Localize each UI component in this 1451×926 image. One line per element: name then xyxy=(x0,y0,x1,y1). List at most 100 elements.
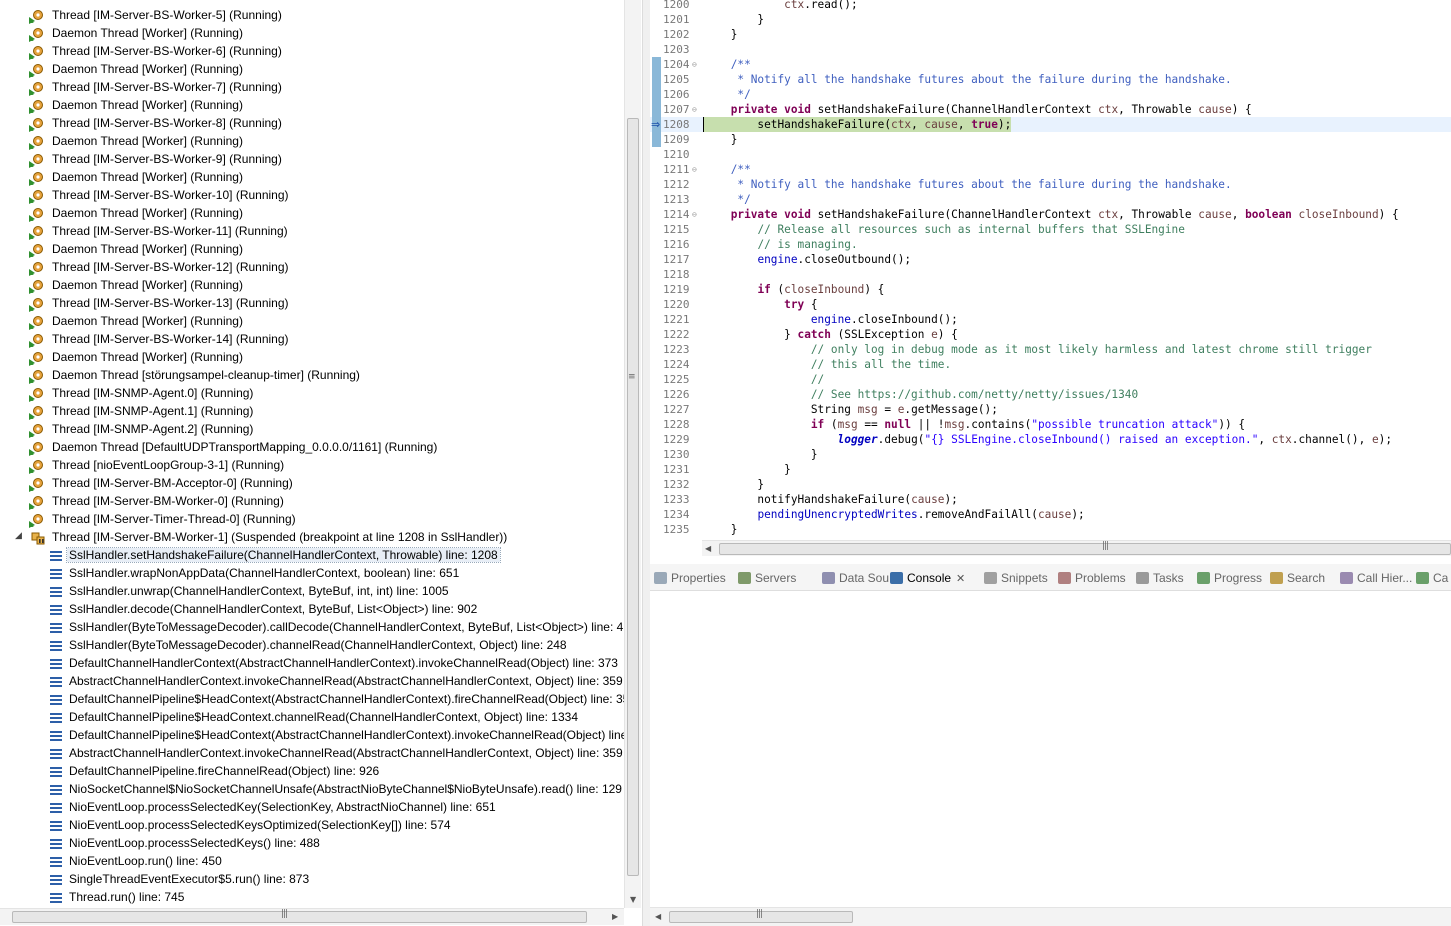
code-line[interactable]: 1220 try { xyxy=(650,297,1451,312)
thread-item[interactable]: Daemon Thread [DefaultUDPTransportMappin… xyxy=(28,437,437,456)
code-line[interactable]: 1229 logger.debug("{} SSLEngine.closeInb… xyxy=(650,432,1451,447)
code-line[interactable]: 1200 ctx.read(); xyxy=(650,0,1451,12)
stack-frame-item[interactable]: DefaultChannelHandlerContext(AbstractCha… xyxy=(49,653,618,671)
thread-item[interactable]: Thread [nioEventLoopGroup-3-1] (Running) xyxy=(28,455,284,474)
editor-horizontal-scrollbar[interactable]: ◀ ||| xyxy=(702,540,1451,556)
code-line[interactable]: 1235 } xyxy=(650,522,1451,537)
thread-item[interactable]: Daemon Thread [Worker] (Running) xyxy=(28,59,243,78)
code-line[interactable]: 1224 // this all the time. xyxy=(650,357,1451,372)
thread-item[interactable]: Thread [IM-SNMP-Agent.2] (Running) xyxy=(28,419,253,438)
thread-item[interactable]: Thread [IM-Server-BS-Worker-6] (Running) xyxy=(28,41,282,60)
thread-item[interactable]: Thread [IM-Server-Timer-Thread-0] (Runni… xyxy=(28,509,296,528)
thread-item[interactable]: Daemon Thread [Worker] (Running) xyxy=(28,311,243,330)
thread-item[interactable]: Daemon Thread [störungsampel-cleanup-tim… xyxy=(28,365,360,384)
scroll-thumb[interactable] xyxy=(627,118,639,876)
code-editor[interactable]: 1200 ctx.read(); 1201 } 1202 } 1203 1204 ⊖ /*… xyxy=(650,0,1451,556)
current-code-line[interactable]: 1208 setHandshakeFailure(ctx, cause, tru… xyxy=(650,117,1451,132)
thread-item[interactable]: Thread [IM-Server-BS-Worker-12] (Running… xyxy=(28,257,289,276)
thread-item[interactable]: Daemon Thread [Worker] (Running) xyxy=(28,347,243,366)
thread-item[interactable]: Thread [IM-Server-BS-Worker-13] (Running… xyxy=(28,293,289,312)
code-line[interactable]: 1213 */ xyxy=(650,192,1451,207)
stack-frame-item[interactable]: DefaultChannelPipeline$HeadContext.chann… xyxy=(49,707,578,725)
code-line[interactable]: 1226 // See https://github.com/netty/net… xyxy=(650,387,1451,402)
code-line[interactable]: 1219 if (closeInbound) { xyxy=(650,282,1451,297)
thread-item[interactable]: Thread [IM-Server-BS-Worker-14] (Running… xyxy=(28,329,289,348)
code-line[interactable]: 1212 * Notify all the handshake futures … xyxy=(650,177,1451,192)
code-line[interactable]: 1230 } xyxy=(650,447,1451,462)
code-line[interactable]: 1215 // Release all resources such as in… xyxy=(650,222,1451,237)
stack-frame-item[interactable]: AbstractChannelHandlerContext.invokeChan… xyxy=(49,743,623,761)
thread-item[interactable]: Daemon Thread [Worker] (Running) xyxy=(28,239,243,258)
scroll-right-arrow-icon[interactable]: ▶ xyxy=(612,912,618,921)
code-line[interactable]: 1209 } xyxy=(650,132,1451,147)
stack-frame-item[interactable]: SslHandler.setHandshakeFailure(ChannelHa… xyxy=(49,545,501,563)
console-scroll-left-arrow-icon[interactable]: ◀ xyxy=(655,912,661,921)
scroll-down-arrow-icon[interactable]: ▼ xyxy=(630,895,636,904)
code-line[interactable]: 1210 xyxy=(650,147,1451,162)
tab-servers[interactable]: Servers xyxy=(738,568,796,588)
code-line[interactable]: 1233 notifyHandshakeFailure(cause); xyxy=(650,492,1451,507)
stack-frame-item[interactable]: DefaultChannelPipeline$HeadContext(Abstr… xyxy=(49,725,624,743)
close-icon[interactable]: ✕ xyxy=(956,573,965,585)
tab-search[interactable]: Search xyxy=(1270,568,1325,588)
thread-item[interactable]: Thread [IM-Server-BS-Worker-5] (Running) xyxy=(28,5,282,24)
thread-item[interactable]: Daemon Thread [Worker] (Running) xyxy=(28,167,243,186)
code-line[interactable]: 1207 ⊖ private void setHandshakeFailure(C… xyxy=(650,102,1451,117)
console-horizontal-scrollbar[interactable]: ◀ ||| xyxy=(650,907,1451,926)
stack-frame-item[interactable]: DefaultChannelPipeline$HeadContext(Abstr… xyxy=(49,689,624,707)
thread-item[interactable]: Daemon Thread [Worker] (Running) xyxy=(28,131,243,150)
stack-frame-item[interactable]: SingleThreadEventExecutor$5.run() line: … xyxy=(49,869,309,887)
thread-item[interactable]: Thread [IM-Server-BS-Worker-8] (Running) xyxy=(28,113,282,132)
code-line[interactable]: 1206 */ xyxy=(650,87,1451,102)
thread-item[interactable]: Daemon Thread [Worker] (Running) xyxy=(28,95,243,114)
code-line[interactable]: 1216 // is managing. xyxy=(650,237,1451,252)
stack-frame-item[interactable]: NioSocketChannel$NioSocketChannelUnsafe(… xyxy=(49,779,622,797)
stack-frame-item[interactable]: Thread.run() line: 745 xyxy=(49,887,184,905)
fold-toggle-icon[interactable]: ⊖ xyxy=(692,57,697,72)
code-line[interactable]: 1232 } xyxy=(650,477,1451,492)
view-splitter[interactable] xyxy=(642,0,650,926)
thread-item[interactable]: Thread [IM-Server-BS-Worker-7] (Running) xyxy=(28,77,282,96)
tab-properties[interactable]: Properties xyxy=(654,568,726,588)
tab-console[interactable]: Console ✕ xyxy=(890,568,965,588)
scroll-left-arrow-icon[interactable]: ◀ xyxy=(705,544,711,553)
code-line[interactable]: 1223 // only log in debug mode as it mos… xyxy=(650,342,1451,357)
code-line[interactable]: 1228 if (msg == null || !msg.contains("p… xyxy=(650,417,1451,432)
tab-data-source[interactable]: Data Sou... xyxy=(822,568,899,588)
stack-frame-item[interactable]: SslHandler.decode(ChannelHandlerContext,… xyxy=(49,599,477,617)
thread-item[interactable]: Thread [IM-SNMP-Agent.0] (Running) xyxy=(28,383,253,402)
expand-collapse-icon[interactable]: ◢ xyxy=(15,531,22,541)
stack-frame-item[interactable]: NioEventLoop.processSelectedKeys() line:… xyxy=(49,833,320,851)
stack-frame-item[interactable]: SslHandler(ByteToMessageDecoder).callDec… xyxy=(49,617,624,635)
tab-problems[interactable]: Problems xyxy=(1058,568,1126,588)
fold-toggle-icon[interactable]: ⊖ xyxy=(692,162,697,177)
tab-tasks[interactable]: Tasks xyxy=(1136,568,1184,588)
debug-vertical-scrollbar[interactable]: ≡ ▼ xyxy=(624,0,641,908)
code-line[interactable]: 1211 ⊖ /** xyxy=(650,162,1451,177)
thread-item[interactable]: Daemon Thread [Worker] (Running) xyxy=(28,275,243,294)
stack-frame-item[interactable]: SslHandler(ByteToMessageDecoder).channel… xyxy=(49,635,567,653)
thread-item[interactable]: Thread [IM-Server-BS-Worker-10] (Running… xyxy=(28,185,289,204)
tab-progress[interactable]: Progress xyxy=(1197,568,1262,588)
stack-frame-item[interactable]: AbstractChannelHandlerContext.invokeChan… xyxy=(49,671,623,689)
thread-item[interactable]: Thread [IM-Server-BM-Worker-0] (Running) xyxy=(28,491,284,510)
code-line[interactable]: 1234 pendingUnencryptedWrites.removeAndF… xyxy=(650,507,1451,522)
tab-snippets[interactable]: Snippets xyxy=(984,568,1048,588)
thread-item[interactable]: Thread [IM-SNMP-Agent.1] (Running) xyxy=(28,401,253,420)
thread-item[interactable]: Thread [IM-Server-BS-Worker-9] (Running) xyxy=(28,149,282,168)
debug-horizontal-scrollbar[interactable]: ||| ▶ xyxy=(0,908,624,925)
code-line[interactable]: 1221 engine.closeInbound(); xyxy=(650,312,1451,327)
stack-frame-item[interactable]: SslHandler.wrapNonAppData(ChannelHandler… xyxy=(49,563,459,581)
code-line[interactable]: 1217 engine.closeOutbound(); xyxy=(650,252,1451,267)
stack-frame-item[interactable]: NioEventLoop.processSelectedKey(Selectio… xyxy=(49,797,496,815)
stack-frame-item[interactable]: NioEventLoop.run() line: 450 xyxy=(49,851,222,869)
thread-item[interactable]: Thread [IM-Server-BS-Worker-11] (Running… xyxy=(28,221,288,240)
fold-toggle-icon[interactable]: ⊖ xyxy=(692,207,697,222)
code-line[interactable]: 1218 xyxy=(650,267,1451,282)
hscroll-thumb[interactable] xyxy=(12,911,587,923)
code-line[interactable]: 1225 // xyxy=(650,372,1451,387)
fold-toggle-icon[interactable]: ⊖ xyxy=(692,102,697,117)
console-output[interactable] xyxy=(650,592,1451,907)
code-line[interactable]: 1214 ⊖ private void setHandshakeFailure(C… xyxy=(650,207,1451,222)
code-line[interactable]: 1231 } xyxy=(650,462,1451,477)
